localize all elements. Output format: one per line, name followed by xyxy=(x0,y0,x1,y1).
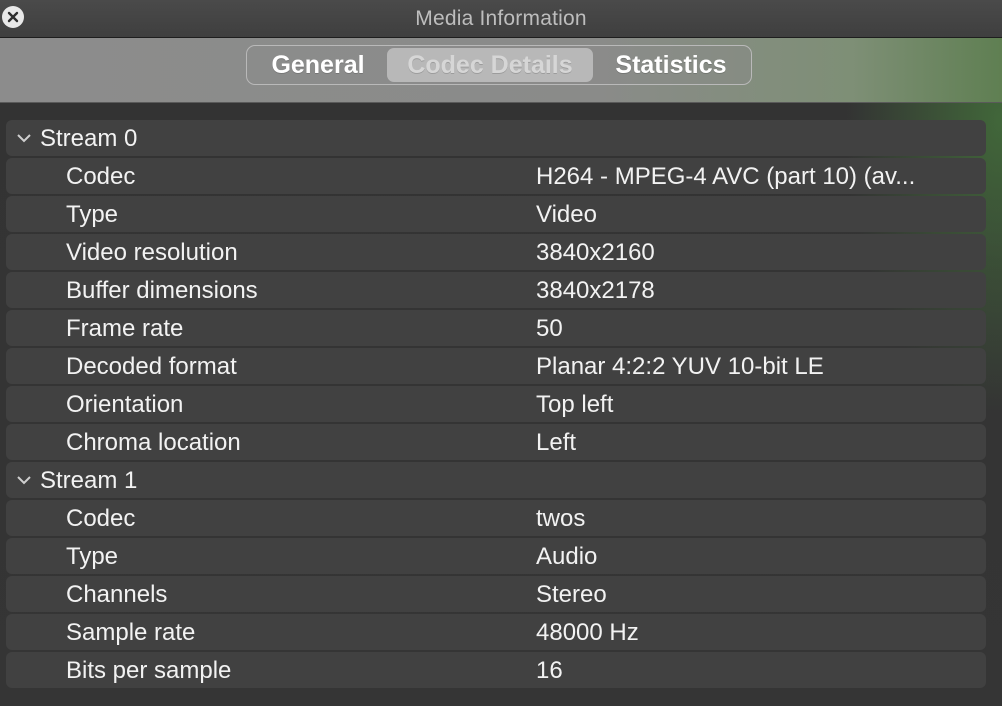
row-value: twos xyxy=(536,505,586,532)
list-item: Buffer dimensions 3840x2178 xyxy=(6,272,986,308)
row-value: Planar 4:2:2 YUV 10-bit LE xyxy=(536,353,824,380)
stream-0-header[interactable]: Stream 0 xyxy=(6,120,986,156)
row-key: Frame rate xyxy=(66,315,184,342)
row-value: Audio xyxy=(536,543,598,570)
chevron-down-icon xyxy=(17,134,31,143)
chevron-down-icon xyxy=(17,476,31,485)
stream-1-header[interactable]: Stream 1 xyxy=(6,462,986,498)
list-item: Decoded format Planar 4:2:2 YUV 10-bit L… xyxy=(6,348,986,384)
row-value: Left xyxy=(536,429,577,456)
row-key: Codec xyxy=(66,163,136,190)
row-key: Codec xyxy=(66,505,136,532)
stream-label: Stream 0 xyxy=(40,125,138,152)
row-value: 3840x2178 xyxy=(536,277,655,304)
row-key: Buffer dimensions xyxy=(66,277,258,304)
row-key: Type xyxy=(66,543,119,570)
tab-statistics[interactable]: Statistics xyxy=(593,48,749,82)
row-value: 3840x2160 xyxy=(536,239,655,266)
row-key: Chroma location xyxy=(66,429,241,456)
tab-general[interactable]: General xyxy=(249,48,387,82)
row-value: 50 xyxy=(536,315,563,342)
stream-label: Stream 1 xyxy=(40,467,138,494)
row-value: H264 - MPEG-4 AVC (part 10) (av... xyxy=(536,163,916,190)
tab-bar: General Codec Details Statistics xyxy=(0,38,1002,103)
row-key: Orientation xyxy=(66,391,184,418)
window-title: Media Information xyxy=(415,7,587,30)
list-item: Channels Stereo xyxy=(6,576,986,612)
row-value: 48000 Hz xyxy=(536,619,639,646)
list-item: Codec twos xyxy=(6,500,986,536)
row-key: Bits per sample xyxy=(66,657,232,684)
row-key: Channels xyxy=(66,581,168,608)
codec-details-list: Stream 0 Codec H264 - MPEG-4 AVC (part 1… xyxy=(6,120,986,690)
list-item: Type Video xyxy=(6,196,986,232)
list-item: Video resolution 3840x2160 xyxy=(6,234,986,270)
row-value: Video xyxy=(536,201,597,228)
row-key: Type xyxy=(66,201,119,228)
row-key: Video resolution xyxy=(66,239,238,266)
row-key: Sample rate xyxy=(66,619,196,646)
media-information-window: Media Information General Codec Details … xyxy=(0,0,1002,706)
title-bar: Media Information xyxy=(0,0,1002,38)
tab-codec-details[interactable]: Codec Details xyxy=(387,48,593,82)
list-item: Chroma location Left xyxy=(6,424,986,460)
list-item: Codec H264 - MPEG-4 AVC (part 10) (av... xyxy=(6,158,986,194)
list-item: Orientation Top left xyxy=(6,386,986,422)
row-key: Decoded format xyxy=(66,353,237,380)
row-value: 16 xyxy=(536,657,563,684)
row-value: Top left xyxy=(536,391,614,418)
list-item: Frame rate 50 xyxy=(6,310,986,346)
list-item: Bits per sample 16 xyxy=(6,652,986,688)
segmented-control: General Codec Details Statistics xyxy=(246,45,752,85)
list-item: Sample rate 48000 Hz xyxy=(6,614,986,650)
row-value: Stereo xyxy=(536,581,607,608)
list-item: Type Audio xyxy=(6,538,986,574)
